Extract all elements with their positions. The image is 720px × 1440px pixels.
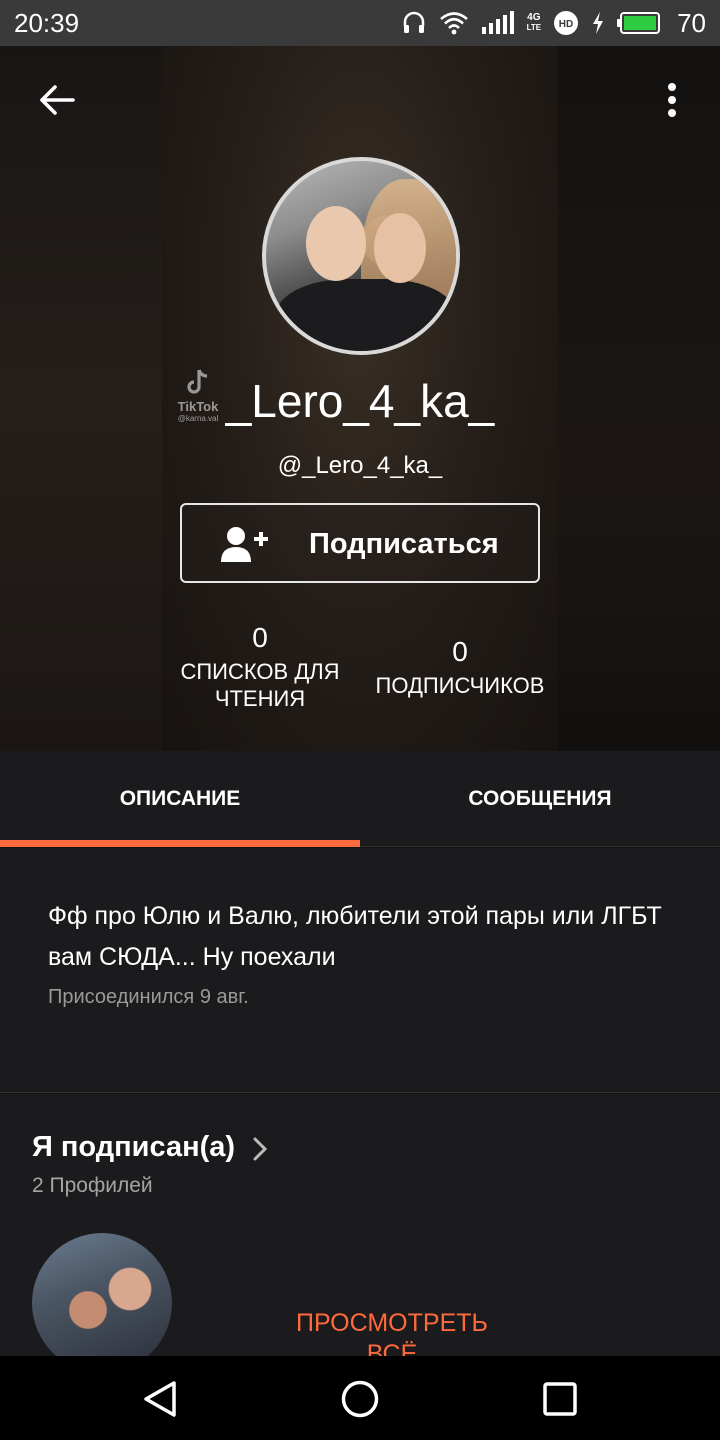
profile-handle: @_Lero_4_ka_ xyxy=(277,452,443,479)
following-title[interactable]: Я подписан(а) xyxy=(32,1131,235,1164)
network-label: 4G xyxy=(527,12,541,23)
tab-description[interactable]: ОПИСАНИЕ xyxy=(0,751,360,847)
arrow-left-icon xyxy=(40,85,75,115)
profile-tabs: ОПИСАНИЕ СООБЩЕНИЯ xyxy=(0,751,720,847)
charging-icon xyxy=(591,11,605,35)
status-time: 20:39 xyxy=(14,7,80,38)
follow-button[interactable]: Подписаться xyxy=(180,503,540,583)
profile-avatar xyxy=(262,157,460,355)
nav-back-button[interactable] xyxy=(135,1374,185,1424)
hd-icon: HD xyxy=(553,10,579,36)
reading-lists-label: СПИСКОВ ДЛЯ ЧТЕНИЯ xyxy=(180,659,340,711)
more-vertical-icon xyxy=(668,83,676,117)
circle-home-icon xyxy=(341,1380,379,1418)
4g-lte-icon: 4G LTE xyxy=(526,12,542,33)
add-user-icon xyxy=(220,525,270,568)
square-recents-icon xyxy=(543,1382,577,1416)
profile-display-name: _Lero_4_ka_ xyxy=(225,375,495,427)
svg-text:HD: HD xyxy=(559,19,573,30)
chevron-right-icon[interactable] xyxy=(252,1136,268,1167)
followers-count: 0 xyxy=(452,636,468,667)
follow-button-label: Подписаться xyxy=(309,528,499,560)
battery-icon xyxy=(617,11,661,35)
wifi-icon xyxy=(439,11,469,35)
description-section: Фф про Юлю и Валю, любители этой пары ил… xyxy=(0,848,720,1093)
nav-recents-button[interactable] xyxy=(535,1374,585,1424)
description-text: Фф про Юлю и Валю, любители этой пары ил… xyxy=(48,902,662,971)
profile-header: TikTok @karna.val _Lero_4_ka_ @_Lero_4_k… xyxy=(0,46,720,751)
headphones-icon xyxy=(401,10,427,36)
reading-lists-stat[interactable]: 0 СПИСКОВ ДЛЯ ЧТЕНИЯ xyxy=(160,622,360,712)
followers-stat[interactable]: 0 ПОДПИСЧИКОВ xyxy=(360,636,560,699)
triangle-back-icon xyxy=(144,1381,176,1417)
status-bar: 20:39 4G LTE HD 70 xyxy=(0,0,720,46)
reading-lists-count: 0 xyxy=(252,622,268,653)
following-avatar[interactable] xyxy=(32,1233,172,1356)
following-count: 2 Профилей xyxy=(32,1174,153,1197)
signal-icon xyxy=(481,11,515,35)
joined-date: Присоединился 9 авг. xyxy=(48,986,249,1008)
followers-label: ПОДПИСЧИКОВ xyxy=(375,673,545,698)
back-button[interactable] xyxy=(30,78,84,122)
more-options-button[interactable] xyxy=(650,78,694,122)
status-icons: 4G LTE HD 70 xyxy=(401,8,706,39)
nav-home-button[interactable] xyxy=(335,1374,385,1424)
tab-messages[interactable]: СООБЩЕНИЯ xyxy=(360,751,720,847)
navigation-bar xyxy=(0,1356,720,1440)
following-section: Я подписан(а) 2 Профилей ПРОСМОТРЕТЬ ВСЁ xyxy=(0,1094,720,1356)
battery-level: 70 xyxy=(677,7,706,38)
view-all-button[interactable]: ПРОСМОТРЕТЬ ВСЁ xyxy=(280,1308,504,1356)
